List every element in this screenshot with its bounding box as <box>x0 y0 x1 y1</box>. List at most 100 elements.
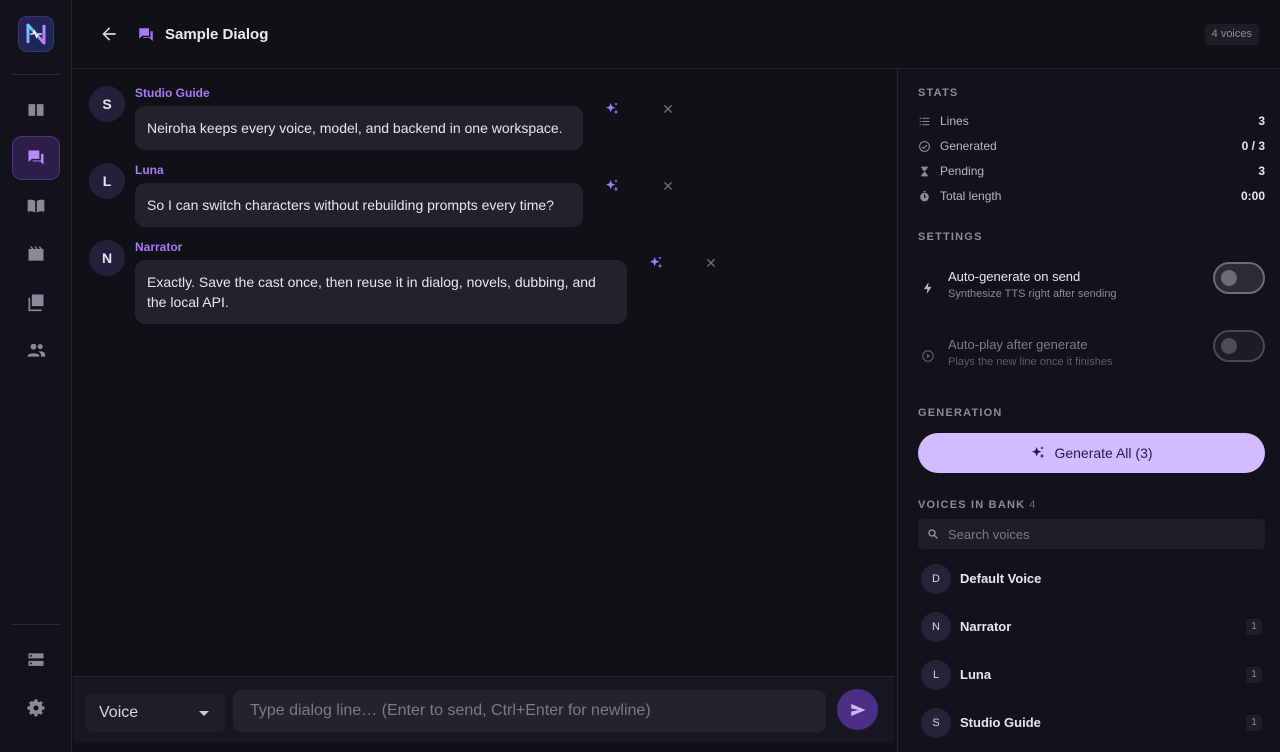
delete-line-icon[interactable]: ✕ <box>661 179 675 193</box>
line-text[interactable]: Neiroha keeps every voice, model, and ba… <box>135 106 583 150</box>
gear-icon <box>27 699 45 717</box>
rail-item-backends[interactable] <box>12 638 60 682</box>
timer-icon <box>920 191 929 202</box>
rail-item-dialog[interactable] <box>12 136 60 180</box>
back-arrow-icon[interactable] <box>99 24 119 44</box>
auto-play-toggle[interactable] <box>1213 330 1265 362</box>
voices-count-badge: 4 voices <box>1204 24 1259 45</box>
nav-rail <box>0 0 72 752</box>
stat-lines: Lines 3 <box>918 113 1265 131</box>
generation-heading: GENERATION <box>918 407 1003 419</box>
voice-name: Luna <box>960 667 992 682</box>
line-text[interactable]: So I can switch characters without rebui… <box>135 183 583 227</box>
server-icon <box>28 653 44 666</box>
stat-label: Pending <box>940 164 985 178</box>
voice-select-label: Voice <box>99 704 139 721</box>
line-text[interactable]: Exactly. Save the cast once, then reuse … <box>135 260 627 324</box>
rail-item-library[interactable] <box>12 88 60 132</box>
page-title: Sample Dialog <box>165 26 269 43</box>
voice-usage-count: 1 <box>1246 667 1262 683</box>
generate-sparkle-icon[interactable] <box>604 101 620 117</box>
rail-item-music[interactable] <box>12 280 60 324</box>
logo-icon <box>26 23 46 45</box>
voices-count: 4 <box>1029 499 1036 511</box>
chevron-down-icon <box>199 711 209 716</box>
send-button[interactable] <box>837 689 878 730</box>
composer: Voice <box>73 676 894 743</box>
setting-auto-generate: Auto-generate on send Synthesize TTS rig… <box>918 262 1265 309</box>
chat-icon <box>139 28 153 41</box>
generate-sparkle-icon[interactable] <box>604 178 620 194</box>
voice-item-default[interactable]: D Default Voice <box>918 562 1265 596</box>
music-library-icon <box>28 294 44 312</box>
movie-icon <box>28 246 44 261</box>
voice-item-studio-guide[interactable]: S Studio Guide 1 <box>918 706 1265 740</box>
stat-value: 0:00 <box>1240 189 1265 203</box>
voice-usage-count: 1 <box>1246 619 1262 635</box>
dialog-thread: S Studio Guide Neiroha keeps every voice… <box>73 69 897 675</box>
rail-divider <box>12 624 60 625</box>
voice-search <box>918 519 1265 549</box>
delete-line-icon[interactable]: ✕ <box>704 256 718 270</box>
generate-all-button[interactable]: Generate All (3) <box>918 433 1265 473</box>
speaker-avatar: S <box>89 86 125 122</box>
settings-heading: SETTINGS <box>918 231 983 243</box>
side-panel: STATS Lines 3 Generated 0 / 3 Pending 3 … <box>897 69 1280 752</box>
top-bar: Sample Dialog 4 voices <box>73 0 1280 69</box>
pending-icon <box>921 166 928 177</box>
voice-name: Studio Guide <box>960 715 1041 730</box>
people-icon <box>27 343 46 357</box>
voice-select[interactable]: Voice <box>85 694 225 732</box>
search-icon <box>928 529 939 540</box>
dialog-line: N Narrator Exactly. Save the cast once, … <box>89 223 729 333</box>
sparkle-icon <box>1032 446 1045 459</box>
open-book-icon <box>27 199 45 213</box>
search-voices-input[interactable] <box>948 519 1258 549</box>
stat-value: 3 <box>1258 114 1265 128</box>
chat-icon <box>28 150 44 165</box>
dialog-line: S Studio Guide Neiroha keeps every voice… <box>89 69 689 150</box>
stat-label: Total length <box>940 189 1002 203</box>
play-circle-icon <box>922 350 934 362</box>
setting-title: Auto-play after generate <box>948 337 1088 352</box>
stat-pending: Pending 3 <box>918 163 1265 181</box>
setting-subtitle: Plays the new line once it finishes <box>948 356 1113 368</box>
speaker-name: Narrator <box>135 240 183 254</box>
stat-value: 0 / 3 <box>1241 139 1265 153</box>
speaker-name: Luna <box>135 163 164 177</box>
rail-item-settings[interactable] <box>12 686 60 730</box>
rail-item-novels[interactable] <box>12 184 60 228</box>
stat-value: 3 <box>1258 164 1265 178</box>
rail-item-dubbing[interactable] <box>12 232 60 276</box>
stat-label: Generated <box>940 139 997 153</box>
voice-avatar: S <box>921 708 951 738</box>
speaker-avatar: L <box>89 163 125 199</box>
app-logo[interactable] <box>18 16 54 52</box>
check-circle-icon <box>919 141 930 152</box>
stats-heading: STATS <box>918 87 959 99</box>
rail-divider <box>12 74 60 75</box>
dialog-line-input[interactable] <box>233 690 826 732</box>
setting-auto-play: Auto-play after generate Plays the new l… <box>918 330 1265 377</box>
voice-avatar: D <box>921 564 951 594</box>
voice-avatar: L <box>921 660 951 690</box>
voice-name: Narrator <box>960 619 1012 634</box>
auto-generate-toggle[interactable] <box>1213 262 1265 294</box>
voice-item-luna[interactable]: L Luna 1 <box>918 658 1265 692</box>
rail-item-voices[interactable] <box>12 328 60 372</box>
send-icon <box>850 703 865 716</box>
voice-usage-count: 1 <box>1246 715 1262 731</box>
generate-sparkle-icon[interactable] <box>648 255 664 271</box>
setting-title: Auto-generate on send <box>948 269 1081 284</box>
voice-avatar: N <box>921 612 951 642</box>
voice-item-narrator[interactable]: N Narrator 1 <box>918 610 1265 644</box>
lightning-icon <box>923 282 932 294</box>
book-icon <box>28 104 44 116</box>
delete-line-icon[interactable]: ✕ <box>661 102 675 116</box>
setting-subtitle: Synthesize TTS right after sending <box>948 288 1117 300</box>
generate-all-label: Generate All (3) <box>1054 445 1153 461</box>
stat-label: Lines <box>940 114 969 128</box>
speaker-avatar: N <box>89 240 125 276</box>
dialog-line: L Luna So I can switch characters withou… <box>89 146 689 227</box>
voice-name: Default Voice <box>960 571 1042 586</box>
